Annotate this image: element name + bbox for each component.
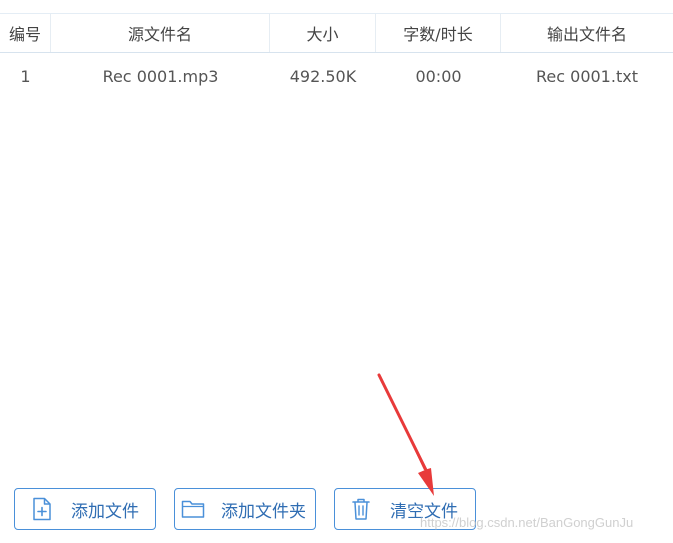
- column-header-source-file: 源文件名: [51, 14, 270, 52]
- cell-size: 492.50K: [289, 66, 357, 86]
- column-header-duration: 字数/时长: [376, 14, 501, 52]
- cell-duration: 00:00: [415, 66, 462, 86]
- table-row[interactable]: 1 Rec 0001.mp3 492.50K 00:00 Rec 0001.tx…: [0, 53, 673, 99]
- column-header-output-file: 输出文件名: [546, 25, 627, 44]
- file-list: 1 Rec 0001.mp3 492.50K 00:00 Rec 0001.tx…: [0, 53, 673, 99]
- file-plus-icon: [29, 496, 55, 522]
- add-folder-button[interactable]: 添加文件夹: [174, 488, 316, 530]
- folder-icon: [180, 496, 206, 522]
- column-header-size: 大小: [270, 14, 376, 52]
- cell-source-file: Rec 0001.mp3: [102, 66, 219, 86]
- add-file-label: 添加文件: [71, 501, 139, 522]
- table-header: 编号 源文件名 大小 字数/时长 输出文件名: [0, 13, 673, 53]
- column-header-number: 编号: [0, 14, 51, 52]
- add-file-button[interactable]: 添加文件: [14, 488, 156, 530]
- add-folder-label: 添加文件夹: [221, 501, 306, 522]
- cell-output-file: Rec 0001.txt: [536, 66, 638, 86]
- watermark: https://blog.csdn.net/BanGongGunJu: [420, 515, 634, 530]
- cell-number: 1: [20, 66, 31, 86]
- trash-icon: [348, 496, 374, 522]
